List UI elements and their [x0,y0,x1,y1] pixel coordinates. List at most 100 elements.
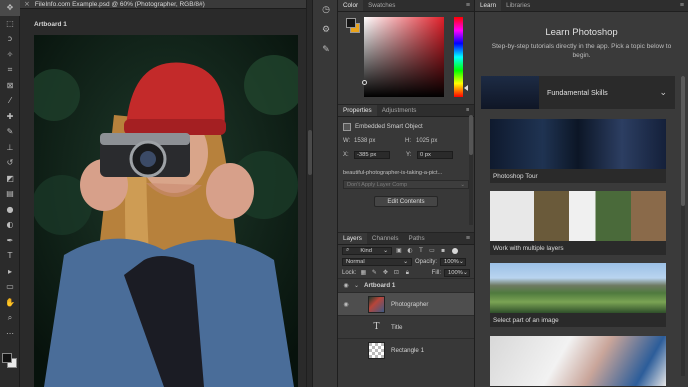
tutorial-card-next[interactable] [490,336,666,387]
magic-wand-tool-icon[interactable]: ✧ [0,47,20,63]
brush-panel-icon[interactable]: ✎ [313,40,339,60]
marquee-tool-icon[interactable]: ⬚ [0,16,20,32]
panel-menu-icon[interactable]: ≡ [466,233,474,244]
close-icon[interactable]: × [24,0,30,8]
tutorial-card-multiple-layers[interactable]: Work with multiple layers [490,191,666,255]
path-select-tool-icon[interactable]: ▸ [0,264,20,280]
layer-row-rectangle[interactable]: Rectangle 1 [338,338,474,361]
rectangle-tool-icon[interactable]: ▭ [0,279,20,295]
crop-tool-icon[interactable]: ⌗ [0,62,20,78]
scrollbar-thumb[interactable] [469,115,473,155]
panel-menu-icon[interactable]: ≡ [466,0,474,11]
healing-tool-icon[interactable]: ✚ [0,109,20,125]
size-row: W: 1538 px H: 1025 px [343,135,469,146]
hue-slider-arrow[interactable] [464,85,468,91]
tab-learn[interactable]: Learn [475,0,502,11]
edit-contents-button[interactable]: Edit Contents [374,196,438,207]
move-tool-icon[interactable]: ✥ [0,0,20,16]
tab-color[interactable]: Color [338,0,364,11]
fill-label: Fill: [431,269,441,276]
section-label: Fundamental Skills [547,88,608,97]
properties-panel-tabs: Properties Adjustments ≡ [338,105,474,117]
foreground-color-swatch[interactable] [2,353,12,363]
chevron-down-icon[interactable]: ⌄ [659,88,667,98]
filter-toggle[interactable] [452,247,458,254]
lock-all-icon[interactable]: 🔒︎ [403,269,411,277]
x-input[interactable]: -385 px [354,150,390,159]
gradient-tool-icon[interactable]: ▤ [0,186,20,202]
collapsed-panel-strip: ◷ ⚙ ✎ [312,0,338,387]
clone-stamp-tool-icon[interactable]: ⊥ [0,140,20,156]
lock-position-icon[interactable]: ✥ [381,269,389,277]
layers-panel: Layers Channels Paths ≡ ⌕ Kind ⌄ ▣ ◐ T ▭… [338,232,474,361]
blend-mode-select[interactable]: Normal ⌄ [342,257,412,266]
color-foreground-swatch[interactable] [346,18,356,28]
dodge-tool-icon[interactable]: ◐ [0,217,20,233]
opacity-input[interactable]: 100% ⌄ [440,257,467,266]
layer-row-title[interactable]: T Title [338,315,474,338]
filter-kind-select[interactable]: ⌕ Kind ⌄ [342,246,392,255]
blur-tool-icon[interactable]: ● [0,202,20,218]
tab-adjustments[interactable]: Adjustments [377,105,422,116]
hand-tool-icon[interactable]: ✋ [0,295,20,311]
frame-tool-icon[interactable]: ⊠ [0,78,20,94]
eraser-tool-icon[interactable]: ◩ [0,171,20,187]
layer-comp-value: Don't Apply Layer Comp [347,181,408,188]
eyedropper-tool-icon[interactable]: ⁄ [0,93,20,109]
chevron-down-icon[interactable]: ⌄ [354,282,364,289]
tab-swatches[interactable]: Swatches [363,0,400,11]
artboard-label[interactable]: Artboard 1 [34,21,67,28]
history-brush-tool-icon[interactable]: ↺ [0,155,20,171]
tab-paths[interactable]: Paths [404,233,430,244]
scrollbar-thumb[interactable] [681,76,685,206]
tab-channels[interactable]: Channels [367,233,404,244]
fundamental-skills-section[interactable]: Fundamental Skills ⌄ [481,76,675,109]
smart-object-filter-icon[interactable]: ▪ [439,247,447,255]
color-field[interactable] [362,17,444,97]
adjust-panel-icon[interactable]: ⚙ [313,20,339,40]
search-icon: ⌕ [346,247,350,253]
pixel-filter-icon[interactable]: ▣ [395,247,403,255]
properties-scrollbar[interactable] [469,107,473,225]
type-filter-icon[interactable]: T [417,247,425,255]
pen-tool-icon[interactable]: ✒ [0,233,20,249]
zoom-tool-icon[interactable]: ⌕ [0,310,20,326]
color-panel [338,12,474,104]
w-label: W: [343,137,351,144]
color-picker-handle[interactable] [362,80,367,85]
tab-libraries[interactable]: Libraries [501,0,535,11]
lasso-tool-icon[interactable]: ↄ [0,31,20,47]
tutorial-card-select-part[interactable]: Select part of an image [490,263,666,327]
tab-properties[interactable]: Properties [338,105,377,116]
history-panel-icon[interactable]: ◷ [313,0,339,20]
tab-layers[interactable]: Layers [338,233,367,244]
more-tools-icon[interactable]: ⋯ [0,326,20,342]
lock-row: Lock: ▦ ✎ ✥ ⊡ 🔒︎ Fill: 100% ⌄ [338,267,474,278]
layer-row-photographer[interactable]: ◉ Photographer [338,292,474,315]
lock-artboard-icon[interactable]: ⊡ [392,269,400,277]
h-value[interactable]: 1025 px [416,138,437,144]
shape-filter-icon[interactable]: ▭ [428,247,436,255]
tutorial-card-photoshop-tour[interactable]: Photoshop Tour [490,119,666,183]
hue-slider[interactable] [454,17,468,97]
lock-image-icon[interactable]: ✎ [370,269,378,277]
type-tool-icon[interactable]: T [0,248,20,264]
panel-menu-icon[interactable]: ≡ [680,0,688,11]
learn-scrollbar[interactable] [681,76,685,376]
w-value[interactable]: 1538 px [354,138,402,144]
canvas-area[interactable]: Artboard 1 [20,9,306,387]
layer-row-artboard[interactable]: ◉ ⌄ Artboard 1 [338,278,474,292]
artboard-photo[interactable] [34,35,298,387]
y-input[interactable]: 0 px [417,150,453,159]
document-tab[interactable]: × FileInfo.com Example.psd @ 60% (Photog… [20,0,306,9]
tutorial-thumbnail [490,263,666,313]
adjustment-filter-icon[interactable]: ◐ [406,247,414,255]
brush-tool-icon[interactable]: ✎ [0,124,20,140]
lock-pixels-icon[interactable]: ▦ [359,269,367,277]
eye-icon[interactable]: ◉ [338,301,354,308]
blend-row: Normal ⌄ Opacity: 100% ⌄ [338,256,474,267]
eye-icon[interactable]: ◉ [338,282,354,289]
learn-subtitle: Step-by-step tutorials directly in the a… [491,43,672,59]
layer-comp-dropdown[interactable]: Don't Apply Layer Comp ⌄ [343,180,469,189]
fill-input[interactable]: 100% ⌄ [444,268,470,277]
